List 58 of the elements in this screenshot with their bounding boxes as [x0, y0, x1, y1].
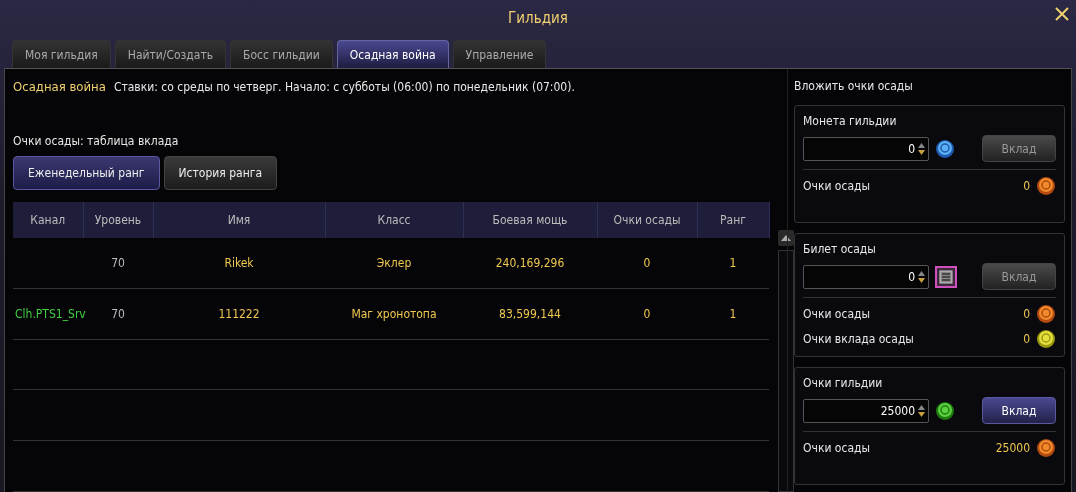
amount-field[interactable]: 0 [803, 136, 929, 161]
points-label: Очки осады [803, 441, 871, 455]
table-caption: Очки осады: таблица вклада [13, 134, 180, 148]
card-title: Билет осады [803, 242, 877, 256]
table-cell: 70 [111, 255, 125, 270]
table-cell: Маг хронотопа [351, 306, 437, 321]
points-value: 25000 [995, 441, 1030, 455]
tab[interactable]: Осадная война [336, 40, 449, 68]
medal-icon [1036, 438, 1056, 458]
section-heading: Осадная война [13, 79, 106, 94]
column-header: Имя [153, 202, 325, 238]
points-label: Очки вклада осады [803, 332, 915, 346]
table-cell: 70 [111, 306, 125, 321]
medal-icon [1036, 329, 1056, 349]
ticket-icon [935, 265, 957, 288]
medal-icon [1036, 304, 1056, 324]
points-value: 0 [1023, 332, 1030, 346]
column-header: Класс [325, 202, 463, 238]
tab[interactable]: Найти/Создать [114, 40, 227, 68]
amount-field[interactable]: 0 [803, 264, 929, 289]
close-icon[interactable] [1054, 6, 1070, 22]
tab[interactable]: Босс гильдии [230, 40, 333, 68]
points-label: Очки осады [803, 307, 871, 321]
stepper-icon[interactable] [917, 140, 926, 157]
panel-title: Вложить очки осады [794, 79, 914, 93]
amount-field[interactable]: 25000 [803, 398, 929, 423]
notice-text: Ставки: со среды по четверг. Начало: с субботы (06:00) по понедельник (07:00). [113, 80, 575, 94]
stepper-icon[interactable] [917, 268, 926, 285]
table-cell: 0 [643, 306, 651, 321]
column-header: Ранг [697, 202, 769, 238]
table-cell: 0 [643, 255, 651, 270]
window-title: Гильдия [508, 9, 568, 27]
column-header: Очки осады [597, 202, 697, 238]
rank-tab[interactable]: История ранга [163, 156, 278, 190]
column-header: Боевая мощь [463, 202, 597, 238]
coin-icon [935, 138, 955, 159]
medal-icon [1036, 176, 1056, 196]
table-cell: 83,599,144 [499, 306, 561, 321]
table-cell: Rikek [224, 255, 254, 270]
column-header: Канал [13, 202, 83, 238]
table-cell: 240,169,296 [495, 255, 565, 270]
stepper-icon[interactable] [917, 402, 926, 419]
tab[interactable]: Управление [452, 40, 547, 68]
tab[interactable]: Моя гильдия [12, 40, 111, 68]
invest-button[interactable]: Вклад [982, 397, 1056, 424]
rank-tab[interactable]: Еженедельный ранг [13, 156, 160, 190]
table-cell: 1 [729, 255, 737, 270]
table-cell: Clh.PTS1_Srv [15, 306, 86, 321]
card-title: Очки гильдии [803, 376, 884, 390]
card-title: Монета гильдии [803, 114, 898, 128]
points-value: 0 [1023, 179, 1030, 193]
points-value: 0 [1023, 307, 1030, 321]
table-cell: 111222 [218, 306, 260, 321]
column-header: Уровень [83, 202, 153, 238]
medal-icon [935, 400, 955, 421]
points-label: Очки осады [803, 179, 871, 193]
table-cell: Эклер [376, 255, 412, 270]
table-cell: 1 [729, 306, 737, 321]
